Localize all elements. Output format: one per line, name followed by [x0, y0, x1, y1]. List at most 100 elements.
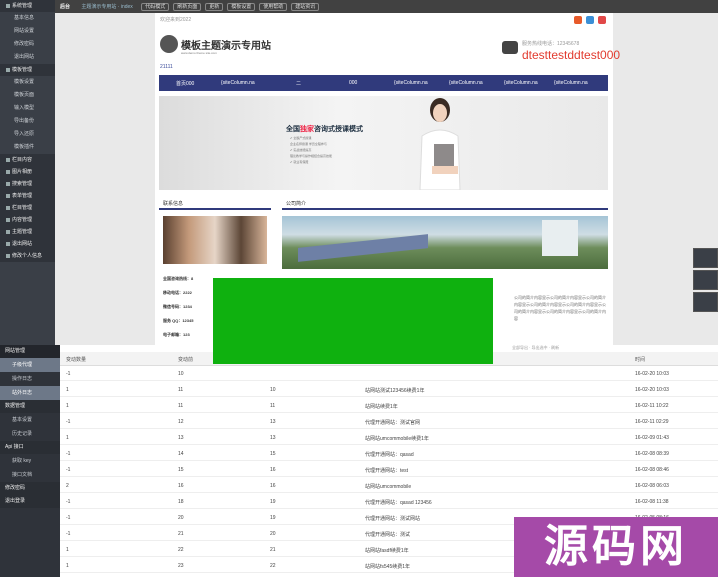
table-row[interactable]: -1 15 16 代理开通网站：test 16-02-08 08:46	[60, 463, 718, 477]
table-cell: 16-02-09 01:43	[635, 435, 669, 441]
sidebar-item[interactable]: 导入还原	[0, 128, 55, 141]
sidebar-item[interactable]: 模板页面	[0, 89, 55, 102]
table-row[interactable]: -1 14 15 代理开通网站：qasad 16-02-08 08:39	[60, 447, 718, 461]
sidebar-item[interactable]: 网站设置	[0, 25, 55, 38]
table-row[interactable]: -1 10 16-02-20 10:03	[60, 367, 718, 381]
table-cell: 22	[270, 563, 276, 569]
menu-icon	[6, 205, 10, 210]
sidebar-group[interactable]: 系统管理	[0, 0, 55, 12]
menu-icon	[6, 181, 10, 186]
log-toolbar[interactable]: 全部导出 · 导出选中 · 刷新	[512, 345, 559, 351]
sidebar-label: 导入还原	[14, 131, 35, 137]
column-header[interactable]: 时间	[635, 356, 645, 363]
sidebar-group[interactable]: 表单管理	[0, 190, 55, 202]
sidebar-group[interactable]: 栏目内容	[0, 154, 55, 166]
sidebar-group[interactable]: 内容管理	[0, 214, 55, 226]
sidebar-item[interactable]: 模板设置	[0, 76, 55, 89]
table-cell: 16-02-08 08:46	[635, 467, 669, 473]
log-sidebar-group[interactable]: 网站管理	[0, 345, 60, 358]
sidebar-group[interactable]: 图片相册	[0, 166, 55, 178]
sidebar-group[interactable]: 搜索管理	[0, 178, 55, 190]
table-row[interactable]: 1 11 11 站网站续费1年 16-02-11 10:22	[60, 399, 718, 413]
tel-number: dtesttestddtest000	[522, 48, 621, 62]
sidebar-item[interactable]: 基本信息	[0, 12, 55, 25]
table-cell: 代理开通网站：测试官网	[365, 420, 421, 426]
nav-item[interactable]: 000	[349, 80, 357, 86]
table-cell: 1	[66, 435, 69, 441]
nav-item[interactable]: {siteColumn.na	[394, 80, 428, 86]
mail-icon[interactable]	[598, 16, 606, 24]
log-sidebar-group[interactable]: Api 接口	[0, 441, 60, 454]
float-phone-button[interactable]	[693, 248, 718, 268]
sidebar-item[interactable]: 导出备份	[0, 115, 55, 128]
table-row[interactable]: -1 12 13 代理开通网站：测试官网 16-02-11 02:29	[60, 415, 718, 429]
table-cell: 15	[178, 467, 184, 473]
sidebar-group[interactable]: 主题管理	[0, 226, 55, 238]
log-sidebar-item[interactable]: 站外日志	[0, 386, 60, 400]
column-header[interactable]: 变动前	[178, 356, 193, 363]
table-cell: 站网站umcommobile	[365, 484, 412, 490]
log-sidebar-item[interactable]: 操作日志	[0, 372, 60, 386]
contact-line: 电子邮箱：123	[163, 332, 190, 337]
table-cell: -1	[66, 451, 71, 457]
menu-icon	[6, 193, 10, 198]
green-overlay-block	[213, 278, 493, 364]
sidebar-group[interactable]: 退出网站	[0, 238, 55, 250]
site-id: 21111	[160, 64, 173, 70]
table-cell: 1	[66, 387, 69, 393]
nav-item[interactable]: 首页000	[176, 80, 194, 87]
banner-title: 全国独家咨询式授课模式	[286, 126, 363, 133]
topbar-button[interactable]: 代码模式	[141, 3, 170, 11]
menu-icon	[6, 217, 10, 222]
table-cell: 18	[178, 499, 184, 505]
banner-line: ✔ 实战技能提高	[290, 148, 312, 152]
site-subtitle[interactable]: 主题演示专用站 · index	[78, 4, 135, 12]
sidebar-item[interactable]: 退出网站	[0, 51, 55, 64]
log-sidebar-item[interactable]: 获取 key	[0, 454, 60, 468]
float-qq-button[interactable]	[693, 270, 718, 290]
log-sidebar-group[interactable]: 修改密码	[0, 482, 60, 495]
nav-item[interactable]: {siteColumn.na	[221, 80, 255, 86]
table-cell: 代理开通网站：qasad 123456	[365, 500, 432, 506]
table-cell: 16-02-20 10:03	[635, 387, 669, 393]
nav-item[interactable]: {siteColumn.na	[554, 80, 588, 86]
log-sidebar-group[interactable]: 退出登录	[0, 495, 60, 508]
table-cell: 16-02-08 08:39	[635, 451, 669, 457]
table-cell: 15	[270, 451, 276, 457]
nav-item[interactable]: {siteColumn.na	[504, 80, 538, 86]
topbar-button[interactable]: 更新	[205, 3, 224, 11]
table-row[interactable]: 1 11 10 站网站测试123456续费1年 16-02-20 10:03	[60, 383, 718, 397]
topbar-button[interactable]: 模板设置	[227, 3, 256, 11]
sidebar-item[interactable]: 修改密码	[0, 38, 55, 51]
table-cell: 站网站续费1年	[365, 404, 398, 410]
log-sidebar-item[interactable]: 基本设置	[0, 413, 60, 427]
log-sidebar-item[interactable]: 历史记录	[0, 427, 60, 441]
float-top-button[interactable]	[693, 292, 718, 312]
sidebar-label: 系统管理	[12, 3, 33, 9]
topbar-button[interactable]: 建站资讯	[291, 3, 320, 11]
weibo-icon[interactable]	[574, 16, 582, 24]
table-row[interactable]: 1 13 13 站网站umcommobile续费1年 16-02-09 01:43	[60, 431, 718, 445]
sidebar-item[interactable]: 输入模型	[0, 102, 55, 115]
sidebar-item[interactable]: 模板插件	[0, 141, 55, 154]
sidebar-label: 表单管理	[12, 193, 33, 199]
topbar-button[interactable]: 使用帮助	[259, 3, 288, 11]
nav-item[interactable]: 二	[296, 80, 301, 87]
topbar-button[interactable]: 刷新页面	[173, 3, 202, 11]
log-sidebar-item[interactable]: 接口文档	[0, 468, 60, 482]
table-row[interactable]: -1 18 19 代理开通网站：qasad 123456 16-02-08 11:38	[60, 495, 718, 509]
table-cell: 13	[270, 435, 276, 441]
sidebar-group[interactable]: 修改个人信息	[0, 250, 55, 262]
qq-icon[interactable]	[586, 16, 594, 24]
watermark-logo: 源码网	[514, 517, 718, 577]
sidebar-group[interactable]: 栏目管理	[0, 202, 55, 214]
sidebar-group[interactable]: 模板管理	[0, 64, 55, 76]
table-cell: 12	[178, 419, 184, 425]
log-sidebar-group[interactable]: 数据管理	[0, 400, 60, 413]
table-cell: 16-02-20 10:03	[635, 371, 669, 377]
column-header[interactable]: 变动数量	[66, 356, 86, 363]
menu-icon	[6, 3, 10, 8]
log-sidebar-item[interactable]: 子级代理	[0, 358, 60, 372]
table-row[interactable]: 2 16 16 站网站umcommobile 16-02-08 06:03	[60, 479, 718, 493]
nav-item[interactable]: {siteColumn.na	[449, 80, 483, 86]
